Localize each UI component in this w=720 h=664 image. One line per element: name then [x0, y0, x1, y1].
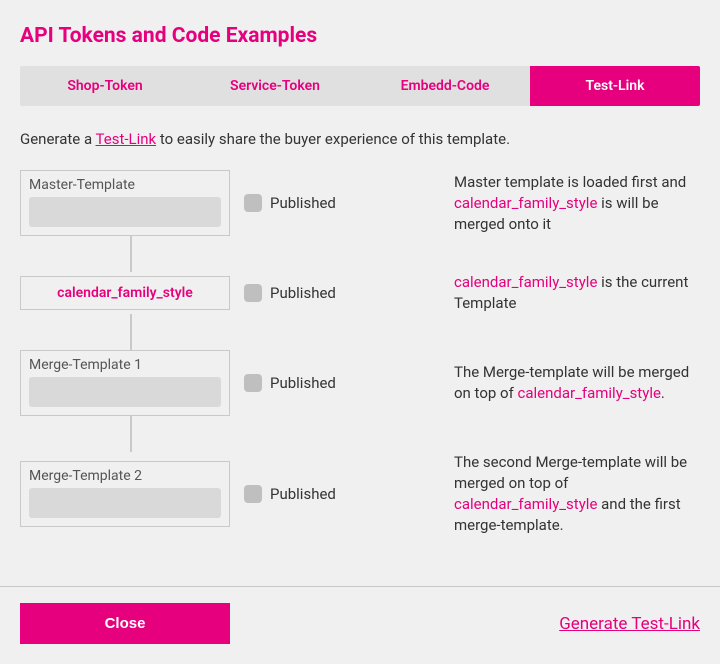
- intro-test-link[interactable]: Test-Link: [96, 130, 157, 148]
- current-template-label: calendar_family_style: [21, 277, 229, 309]
- description-3: The second Merge-template will be merged…: [414, 452, 700, 536]
- template-chain: Master-Template Published Master templat…: [20, 170, 700, 536]
- connector-1-2: [130, 314, 132, 350]
- current-template-card[interactable]: calendar_family_style: [20, 276, 230, 310]
- master-template-card[interactable]: Master-Template: [20, 170, 230, 236]
- desc-3-link: calendar_family_style: [454, 495, 597, 513]
- merge-template-2-card[interactable]: Merge-Template 2: [20, 461, 230, 527]
- intro-prefix: Generate a: [20, 130, 96, 148]
- desc-2-post: .: [661, 384, 665, 402]
- published-checkbox-1[interactable]: [244, 284, 262, 302]
- published-label-1: Published: [270, 284, 336, 302]
- intro-suffix: to easily share the buyer experience of …: [156, 130, 510, 148]
- master-template-label: Master-Template: [29, 177, 221, 193]
- generate-test-link[interactable]: Generate Test-Link: [559, 614, 700, 634]
- merge-template-1-input[interactable]: [29, 377, 221, 407]
- page-title: API Tokens and Code Examples: [20, 24, 700, 48]
- connector-2-3: [130, 416, 132, 452]
- spacer: [20, 536, 700, 586]
- page-root: API Tokens and Code Examples Shop-Token …: [0, 0, 720, 664]
- footer-bar: Close Generate Test-Link: [0, 587, 720, 664]
- template-row-merge-2: Merge-Template 2 Published The second Me…: [20, 452, 700, 536]
- tab-service-token[interactable]: Service-Token: [190, 66, 360, 106]
- tab-embedd-code[interactable]: Embedd-Code: [360, 66, 530, 106]
- published-checkbox-3[interactable]: [244, 485, 262, 503]
- published-control-2: Published: [244, 374, 414, 392]
- description-2: The Merge-template will be merged on top…: [414, 362, 700, 404]
- published-checkbox-2[interactable]: [244, 374, 262, 392]
- published-label-2: Published: [270, 374, 336, 392]
- description-0: Master template is loaded first and cale…: [414, 172, 700, 235]
- merge-template-1-label: Merge-Template 1: [29, 357, 221, 373]
- description-1: calendar_family_style is the current Tem…: [414, 272, 700, 314]
- published-control-1: Published: [244, 284, 414, 302]
- published-checkbox-0[interactable]: [244, 194, 262, 212]
- tab-test-link[interactable]: Test-Link: [530, 66, 700, 106]
- desc-1-link: calendar_family_style: [454, 273, 597, 291]
- tab-shop-token[interactable]: Shop-Token: [20, 66, 190, 106]
- master-template-input[interactable]: [29, 197, 221, 227]
- template-row-merge-1: Merge-Template 1 Published The Merge-tem…: [20, 350, 700, 416]
- content-area: API Tokens and Code Examples Shop-Token …: [0, 0, 720, 586]
- desc-2-link: calendar_family_style: [518, 384, 661, 402]
- desc-3-pre: The second Merge-template will be merged…: [454, 453, 687, 492]
- template-row-current: calendar_family_style Published calendar…: [20, 272, 700, 314]
- merge-template-1-card[interactable]: Merge-Template 1: [20, 350, 230, 416]
- merge-template-2-input[interactable]: [29, 488, 221, 518]
- published-control-0: Published: [244, 194, 414, 212]
- published-control-3: Published: [244, 485, 414, 503]
- published-label-0: Published: [270, 194, 336, 212]
- desc-0-link: calendar_family_style: [454, 194, 597, 212]
- connector-0-1: [130, 236, 132, 272]
- published-label-3: Published: [270, 485, 336, 503]
- intro-text: Generate a Test-Link to easily share the…: [20, 130, 700, 148]
- template-row-master: Master-Template Published Master templat…: [20, 170, 700, 236]
- close-button[interactable]: Close: [20, 603, 230, 644]
- desc-0-pre: Master template is loaded first and: [454, 173, 686, 191]
- tabs-bar: Shop-Token Service-Token Embedd-Code Tes…: [20, 66, 700, 106]
- merge-template-2-label: Merge-Template 2: [29, 468, 221, 484]
